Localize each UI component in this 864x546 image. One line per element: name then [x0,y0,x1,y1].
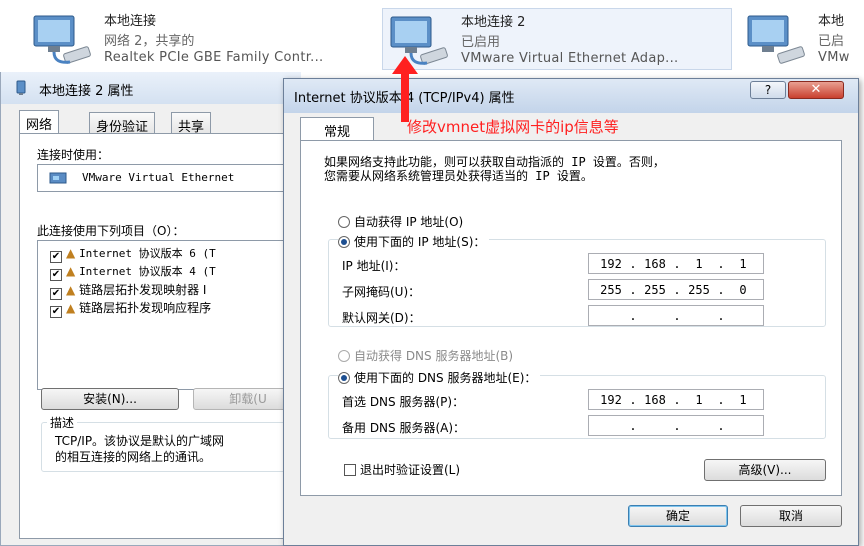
ip-address-field[interactable]: 192. 168. 1. 1 [588,253,764,274]
description-label: 描述 [47,414,78,431]
protocol-icon: ▲ [66,283,76,297]
alternate-dns-field[interactable]: ... [588,415,764,436]
network-adapter-icon [33,15,91,64]
adapter-local-connection[interactable]: 本地连接 网络 2，共享的 Realtek PCIe GBE Family Co… [30,8,360,70]
alternate-dns-label: 备用 DNS 服务器(A)： [342,421,466,435]
components-list[interactable]: ✔ ▲ Internet 协议版本 6 (T ✔ ▲ Internet 协议版本 4… [37,240,299,390]
checkbox-checked[interactable]: ✔ [50,306,62,318]
help-button[interactable]: ? [750,81,786,99]
tab-authentication[interactable]: 身份验证 [89,112,156,135]
tab-network[interactable]: 网络 [19,110,60,134]
close-button[interactable]: ✕ [788,81,844,99]
install-button[interactable]: 安装(N)... [41,388,179,410]
adapter-status: 网络 2，共享的 [104,34,195,49]
network-connections-bar: 本地连接 网络 2，共享的 Realtek PCIe GBE Family Co… [0,0,864,72]
list-item[interactable]: ✔ ▲ Internet 协议版本 4 (T [50,263,216,281]
adapter-name-box: VMware Virtual Ethernet [37,164,299,192]
auto-dns-option[interactable]: 自动获得 DNS 服务器地址(B) [338,347,513,364]
dialog-titlebar: Internet 协议版本 4 (TCP/IPv4) 属性 ? ✕ [284,79,858,113]
adapter-status: 已启 [818,34,845,49]
adapter-local-connection-3[interactable]: 本地 已启 VMw [744,8,864,70]
ok-button[interactable]: 确定 [628,505,728,527]
protocol-icon: ▲ [66,246,76,260]
auto-ip-option[interactable]: 自动获得 IP 地址(O) [338,213,463,230]
ip-address-label: IP 地址(I)： [342,259,406,273]
items-label: 此连接使用下列项目（O）： [37,224,185,238]
cancel-button[interactable]: 取消 [740,505,842,527]
adapter-name-text: VMware Virtual Ethernet [82,171,235,184]
ipv4-properties-dialog: Internet 协议版本 4 (TCP/IPv4) 属性 ? ✕ 常规 如果网… [283,78,859,546]
preferred-dns-field[interactable]: 192. 168. 1. 1 [588,389,764,410]
default-gateway-field[interactable]: ... [588,305,764,326]
adapter-device: VMw [818,50,850,65]
network-adapter-icon [747,15,805,64]
advanced-button[interactable]: 高级(V)... [704,459,826,481]
description-text: TCP/IP。该协议是默认的广域网 [55,434,225,448]
checkbox-checked[interactable]: ✔ [50,269,62,281]
radio-button-selected[interactable] [338,372,350,384]
connection-properties-window: 本地连接 2 属性 网络 身份验证 共享 连接时使用： VMware Virtu… [0,72,303,546]
network-card-icon [49,172,67,184]
properties-titlebar: 本地连接 2 属性 [1,72,301,104]
adapter-status: 已启用 [461,35,501,50]
default-gateway-label: 默认网关(D)： [342,311,421,325]
preferred-dns-label: 首选 DNS 服务器(P)： [342,395,465,409]
adapter-device: Realtek PCIe GBE Family Contr... [104,50,324,65]
description-text: 的相互连接的网络上的通讯。 [55,450,212,464]
subnet-mask-label: 子网掩码(U)： [342,285,421,299]
list-item[interactable]: ✔ ▲ 链路层拓扑发现响应程序 [50,299,211,318]
checkbox-unchecked[interactable] [344,464,356,476]
subnet-mask-field[interactable]: 255. 255. 255. 0 [588,279,764,300]
intro-text: 您需要从网络系统管理员处获得适当的 IP 设置。 [324,169,593,183]
tab-sharing[interactable]: 共享 [171,112,212,135]
checkbox-checked[interactable]: ✔ [50,251,62,263]
radio-button-disabled[interactable] [338,350,350,362]
protocol-icon: ▲ [66,264,76,278]
network-adapter-icon [16,80,26,95]
list-item[interactable]: ✔ ▲ 链路层拓扑发现映射器 I [50,281,206,300]
protocol-icon: ▲ [66,301,76,315]
radio-button-selected[interactable] [338,236,350,248]
validate-on-exit-option[interactable]: 退出时验证设置(L) [344,461,460,478]
adapter-name: 本地连接 2 [461,15,526,30]
radio-button[interactable] [338,216,350,228]
connect-using-label: 连接时使用： [37,148,110,162]
properties-title: 本地连接 2 属性 [39,84,134,99]
manual-dns-option[interactable]: 使用下面的 DNS 服务器地址(E)： [338,369,541,386]
annotation-text: 修改vmnet虚拟网卡的ip信息等 [407,118,619,136]
adapter-local-connection-2[interactable]: 本地连接 2 已启用 VMware Virtual Ethernet Adap.… [382,8,732,70]
manual-ip-option[interactable]: 使用下面的 IP 地址(S)： [338,233,490,250]
adapter-name: 本地连接 [104,14,157,29]
adapter-name: 本地 [818,14,845,29]
adapter-device: VMware Virtual Ethernet Adap... [461,51,679,66]
tab-general[interactable]: 常规 [300,117,374,141]
list-item[interactable]: ✔ ▲ Internet 协议版本 6 (T [50,245,216,263]
